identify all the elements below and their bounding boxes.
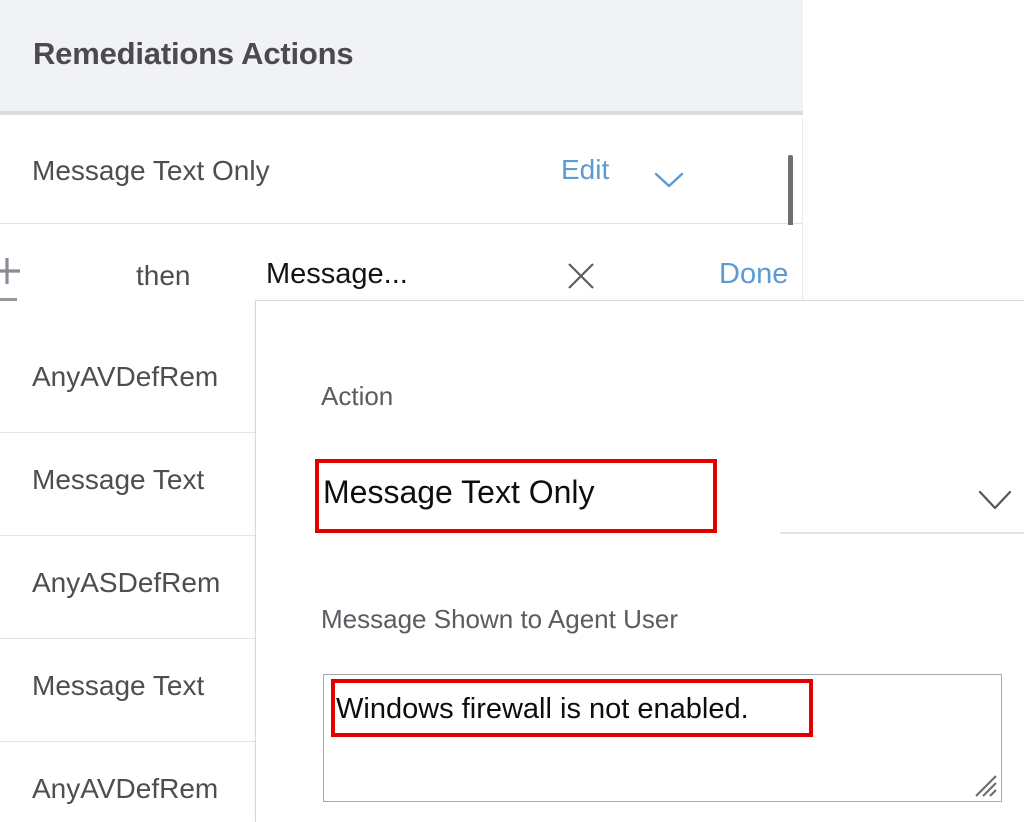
message-field-label: Message Shown to Agent User: [321, 604, 678, 634]
table-row-label: AnyAVDefRem: [32, 773, 219, 804]
table-row-label: AnyAVDefRem: [32, 361, 219, 392]
chevron-down-icon[interactable]: [978, 489, 1012, 511]
table-row-label: AnyASDefRem: [32, 567, 221, 598]
message-textarea-value: Windows firewall is not enabled.: [336, 693, 749, 725]
page-title: Remediations Actions: [33, 36, 354, 71]
dash-icon: [0, 298, 17, 301]
chevron-down-icon[interactable]: [654, 171, 684, 189]
message-chip[interactable]: Message...: [266, 258, 408, 291]
page-header: Remediations Actions: [0, 0, 803, 115]
table-row-label: Message Text: [32, 670, 205, 701]
resize-grip-icon[interactable]: [972, 772, 998, 798]
action-field-label: Action: [321, 381, 394, 411]
close-icon[interactable]: [566, 261, 596, 291]
edit-link[interactable]: Edit: [561, 154, 609, 186]
action-select-underline: [780, 532, 1024, 534]
remediation-edit-row[interactable]: Message Text Only Edit: [0, 119, 803, 224]
message-textarea[interactable]: Windows firewall is not enabled.: [323, 674, 1002, 802]
action-select[interactable]: Message Text Only: [315, 456, 1024, 534]
done-link[interactable]: Done: [719, 258, 788, 291]
remediation-edit-row-label: Message Text Only: [32, 155, 270, 186]
action-editor-panel: Action Message Text Only Message Shown t…: [255, 300, 1024, 822]
table-row-label: Message Text: [32, 464, 205, 495]
plus-icon[interactable]: [0, 255, 23, 287]
action-select-value: Message Text Only: [323, 474, 595, 510]
app-root: Remediations Actions Message Text Only E…: [0, 0, 1024, 822]
then-label: then: [136, 260, 191, 291]
